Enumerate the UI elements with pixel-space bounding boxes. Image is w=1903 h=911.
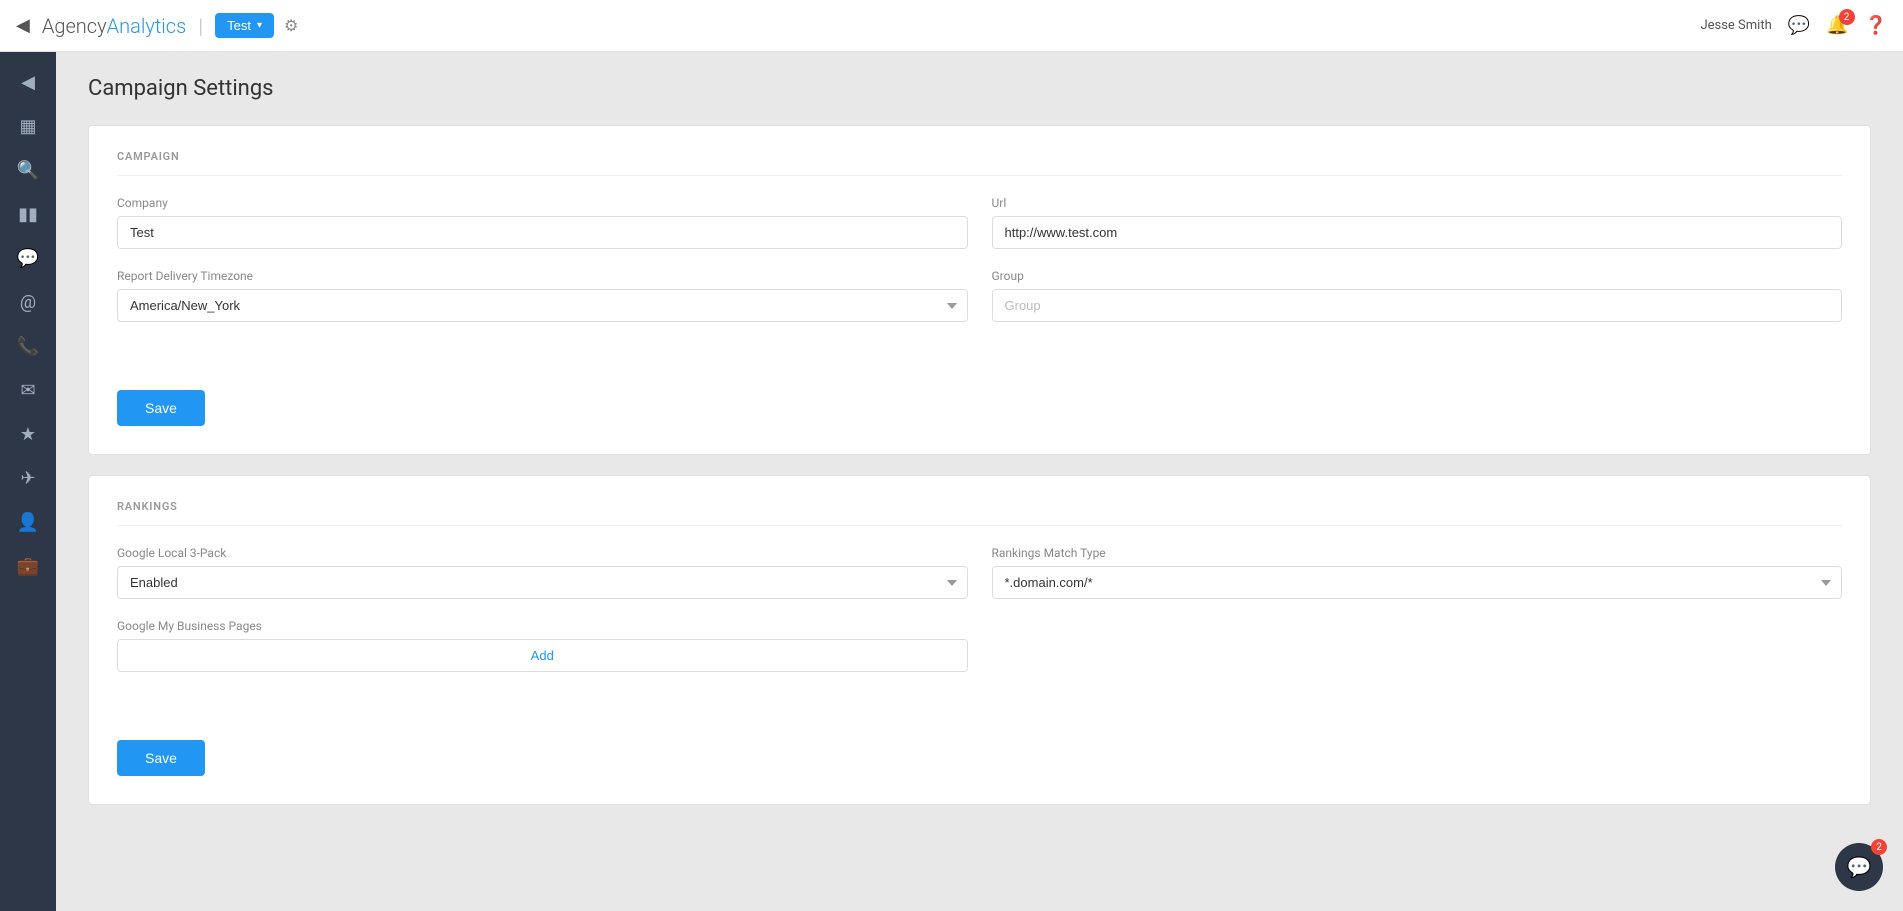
top-nav: ◀ AgencyAnalytics | Test ▾ ⚙ Jesse Smith… <box>0 0 1903 52</box>
dashboard-icon: ▦ <box>19 116 36 137</box>
timezone-field-group: Report Delivery Timezone America/New_Yor… <box>117 269 968 322</box>
campaign-save-button[interactable]: Save <box>117 390 205 426</box>
notification-badge: 2 <box>1839 9 1855 25</box>
help-icon[interactable]: ❓ <box>1865 15 1887 36</box>
notification-bell-icon[interactable]: 🔔 2 <box>1826 15 1848 36</box>
gear-icon[interactable]: ⚙ <box>284 16 298 35</box>
rankings-row-2: Google My Business Pages Add <box>117 619 1842 672</box>
company-label: Company <box>117 196 968 210</box>
user-icon: 👤 <box>17 512 39 533</box>
sidebar-item-favorites[interactable]: ★ <box>0 412 56 456</box>
sidebar-item-campaigns[interactable]: ✈ <box>0 456 56 500</box>
sidebar-item-integrations[interactable]: 💼 <box>0 544 56 588</box>
comment-icon: 💬 <box>17 248 39 269</box>
campaign-card: CAMPAIGN Company Url Report Delivery Tim… <box>88 125 1871 455</box>
sidebar-item-mail[interactable]: ✉ <box>0 368 56 412</box>
chat-bubble-button[interactable]: 💬 2 <box>1835 843 1883 891</box>
logo: AgencyAnalytics <box>42 14 186 38</box>
sidebar-item-dashboard[interactable]: ▦ <box>0 104 56 148</box>
sidebar-item-back[interactable]: ◀ <box>0 60 56 104</box>
sidebar-item-reports[interactable]: ▮▮ <box>0 192 56 236</box>
envelope-icon: ✉ <box>20 380 35 401</box>
google-local-label: Google Local 3-Pack <box>117 546 968 560</box>
user-name[interactable]: Jesse Smith <box>1700 18 1771 33</box>
sidebar-item-search[interactable]: 🔍 <box>0 148 56 192</box>
url-label: Url <box>992 196 1843 210</box>
sidebar-item-messages[interactable]: 💬 <box>0 236 56 280</box>
at-icon: @ <box>20 292 36 313</box>
chat-badge: 2 <box>1871 839 1887 855</box>
nav-right: Jesse Smith 💬 🔔 2 ❓ <box>1700 15 1887 36</box>
google-local-field-group: Google Local 3-Pack Enabled Disabled <box>117 546 968 599</box>
rankings-row-1: Google Local 3-Pack Enabled Disabled Ran… <box>117 546 1842 599</box>
send-icon: ✈ <box>20 468 35 489</box>
campaign-row-1: Company Url <box>117 196 1842 249</box>
campaign-section-title: CAMPAIGN <box>117 150 1842 176</box>
sidebar-item-users[interactable]: 👤 <box>0 500 56 544</box>
group-label: Group <box>992 269 1843 283</box>
chevron-down-icon: ▾ <box>257 20 262 31</box>
campaign-btn-label: Test <box>227 18 251 33</box>
rankings-save-button[interactable]: Save <box>117 740 205 776</box>
logo-divider: | <box>198 14 203 38</box>
sidebar-item-calls[interactable]: 📞 <box>0 324 56 368</box>
rankings-card: RANKINGS Google Local 3-Pack Enabled Dis… <box>88 475 1871 805</box>
sidebar-item-email-at[interactable]: @ <box>0 280 56 324</box>
main-content: Campaign Settings CAMPAIGN Company Url R… <box>56 52 1903 911</box>
campaign-dropdown-button[interactable]: Test ▾ <box>215 13 274 38</box>
rankings-section-title: RANKINGS <box>117 500 1842 526</box>
timezone-label: Report Delivery Timezone <box>117 269 968 283</box>
sidebar: ◀ ▦ 🔍 ▮▮ 💬 @ 📞 ✉ ★ ✈ 👤 💼 <box>0 52 56 911</box>
briefcase-icon: 💼 <box>17 556 39 577</box>
campaign-row-2: Report Delivery Timezone America/New_Yor… <box>117 269 1842 322</box>
company-field-group: Company <box>117 196 968 249</box>
group-input[interactable] <box>992 289 1843 322</box>
company-input[interactable] <box>117 216 968 249</box>
rankings-match-field-group: Rankings Match Type *.domain.com/* domai… <box>992 546 1843 599</box>
rankings-match-label: Rankings Match Type <box>992 546 1843 560</box>
rankings-match-select[interactable]: *.domain.com/* domain.com exact <box>992 566 1843 599</box>
arrow-left-icon: ◀ <box>21 72 35 93</box>
logo-analytics: Analytics <box>107 14 187 38</box>
search-icon: 🔍 <box>17 160 39 181</box>
gmb-add-button[interactable]: Add <box>117 639 968 672</box>
logo-agency: Agency <box>42 14 107 38</box>
gmb-field-group: Google My Business Pages Add <box>117 619 968 672</box>
url-input[interactable] <box>992 216 1843 249</box>
back-button[interactable]: ◀ <box>16 15 30 36</box>
rankings-spacer <box>992 619 1843 672</box>
star-icon: ★ <box>20 424 36 445</box>
gmb-label: Google My Business Pages <box>117 619 968 633</box>
google-local-select[interactable]: Enabled Disabled <box>117 566 968 599</box>
chat-bubble-icon: 💬 <box>1847 855 1872 879</box>
bar-chart-icon: ▮▮ <box>18 204 38 225</box>
phone-icon: 📞 <box>17 336 39 357</box>
chat-icon[interactable]: 💬 <box>1788 15 1810 36</box>
page-title: Campaign Settings <box>88 76 1871 101</box>
group-field-group: Group <box>992 269 1843 322</box>
timezone-select[interactable]: America/New_York <box>117 289 968 322</box>
url-field-group: Url <box>992 196 1843 249</box>
